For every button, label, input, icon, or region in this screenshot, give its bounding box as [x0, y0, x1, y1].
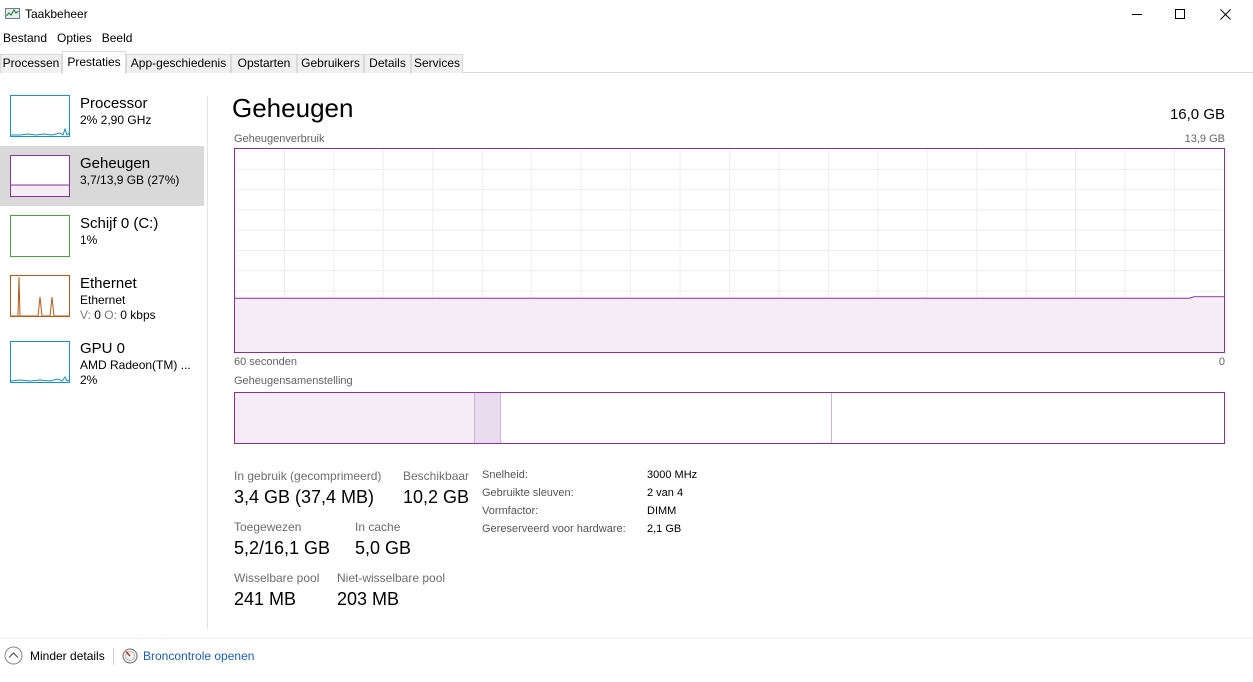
sidebar-item-gpu[interactable]: GPU 0 AMD Radeon(TM) ... 2% — [0, 331, 204, 391]
sidebar-title: Processor — [80, 95, 148, 112]
available-label: Beschikbaar — [403, 469, 470, 483]
tab-opstarten[interactable]: Opstarten — [231, 54, 297, 73]
memory-mini-graph — [10, 155, 70, 197]
composition-in-use — [235, 393, 475, 443]
memory-total: 16,0 GB — [1169, 106, 1225, 123]
send-value: 0 — [94, 308, 101, 322]
tab-app-geschiedenis[interactable]: App-geschiedenis — [126, 54, 231, 73]
gpu-mini-graph — [10, 341, 70, 383]
sidebar-subtitle: 3,7/13,9 GB (27%) — [80, 173, 180, 187]
tab-details[interactable]: Details — [364, 54, 411, 73]
in-use-label: In gebruik (gecomprimeerd) — [234, 469, 382, 483]
window-title: Taakbeheer — [25, 7, 88, 21]
disk-mini-graph — [10, 215, 70, 257]
reserved-value: 2,1 GB — [647, 523, 682, 535]
tab-gebruikers[interactable]: Gebruikers — [297, 54, 364, 73]
sidebar-title: GPU 0 — [80, 340, 126, 357]
paged-pool-value: 241 MB — [234, 589, 297, 609]
tab-prestaties[interactable]: Prestaties — [62, 51, 126, 74]
reserved-label: Gereserveerd voor hardware: — [482, 523, 626, 535]
speed-label: Snelheid: — [482, 469, 528, 481]
cached-label: In cache — [355, 520, 401, 534]
usage-graph-label: Geheugenverbruik — [234, 133, 325, 145]
available-value: 10,2 GB — [403, 487, 470, 507]
sidebar-item-memory[interactable]: Geheugen 3,7/13,9 GB (27%) — [0, 146, 204, 206]
slots-value: 2 van 4 — [647, 487, 684, 499]
maximize-icon — [1175, 9, 1185, 19]
tab-services[interactable]: Services — [411, 54, 463, 73]
footer-divider — [0, 638, 1253, 639]
fewer-details-button[interactable]: Minder details — [4, 646, 105, 665]
sidebar-throughput: V: 0 O: 0 kbps — [80, 308, 156, 322]
ethernet-mini-graph — [10, 275, 70, 317]
menu-bar: Bestand Opties Beeld — [0, 30, 139, 48]
form-factor-value: DIMM — [647, 505, 677, 517]
paged-pool-label: Wisselbare pool — [234, 571, 320, 585]
sidebar-title: Geheugen — [80, 155, 151, 172]
tab-strip: Processen Prestaties App-geschiedenis Op… — [0, 51, 1253, 74]
graph-time-left: 60 seconden — [234, 356, 297, 368]
nonpaged-pool-value: 203 MB — [337, 589, 400, 609]
title-bar: Taakbeheer — [0, 0, 1253, 28]
sidebar-subtitle: Ethernet — [80, 293, 126, 307]
committed-value: 5,2/16,1 GB — [234, 538, 331, 558]
nonpaged-pool-label: Niet-wisselbare pool — [337, 571, 446, 585]
close-icon — [1219, 8, 1231, 20]
task-manager-icon — [5, 8, 20, 19]
cached-value: 5,0 GB — [355, 538, 412, 558]
sidebar-item-ethernet[interactable]: Ethernet Ethernet V: 0 O: 0 kbps — [0, 266, 204, 326]
composition-standby — [501, 393, 832, 443]
committed-label: Toegewezen — [234, 520, 302, 534]
resource-monitor-icon — [122, 648, 138, 664]
usage-graph-max: 13,9 GB — [1184, 133, 1225, 145]
close-button[interactable] — [1202, 0, 1248, 28]
minimize-icon — [1132, 14, 1142, 15]
menu-opties[interactable]: Opties — [54, 30, 99, 48]
sidebar-item-disk[interactable]: Schijf 0 (C:) 1% — [0, 206, 204, 266]
menu-beeld[interactable]: Beeld — [99, 30, 140, 48]
receive-value: 0 kbps — [120, 308, 156, 322]
form-factor-label: Vormfactor: — [482, 505, 539, 517]
sidebar-title: Ethernet — [80, 275, 137, 292]
composition-label: Geheugensamenstelling — [234, 375, 353, 387]
sidebar-subtitle: 2% 2,90 GHz — [80, 113, 152, 127]
usage-fill — [235, 298, 1224, 352]
resource-monitor-label: Broncontrole openen — [143, 649, 255, 663]
open-resource-monitor-link[interactable]: Broncontrole openen — [122, 648, 254, 664]
slots-label: Gebruikte sleuven: — [482, 487, 574, 499]
sidebar-subtitle: 1% — [80, 233, 98, 247]
composition-modified — [475, 393, 501, 443]
minimize-button[interactable] — [1114, 0, 1160, 28]
send-label: V: — [80, 308, 91, 322]
sidebar-subtitle: AMD Radeon(TM) ... — [80, 358, 191, 372]
maximize-button[interactable] — [1157, 0, 1203, 28]
composition-free — [832, 393, 1224, 443]
menu-bestand[interactable]: Bestand — [0, 30, 54, 48]
receive-label: O: — [104, 308, 117, 322]
chevron-up-circle-icon — [4, 646, 23, 665]
processor-mini-graph — [10, 95, 70, 137]
panel-divider — [207, 96, 208, 629]
in-use-value: 3,4 GB (37,4 MB) — [234, 487, 375, 507]
sidebar-usage: 2% — [80, 373, 98, 387]
sidebar-title: Schijf 0 (C:) — [80, 215, 159, 232]
graph-time-right: 0 — [1218, 356, 1225, 368]
memory-composition-bar — [234, 392, 1225, 444]
footer-separator — [113, 648, 114, 665]
tab-processen[interactable]: Processen — [0, 54, 62, 73]
sidebar-item-processor[interactable]: Processor 2% 2,90 GHz — [0, 86, 204, 146]
speed-value: 3000 MHz — [647, 469, 698, 481]
fewer-details-label: Minder details — [30, 648, 105, 663]
memory-usage-graph — [234, 148, 1225, 353]
page-title: Geheugen — [232, 93, 354, 123]
